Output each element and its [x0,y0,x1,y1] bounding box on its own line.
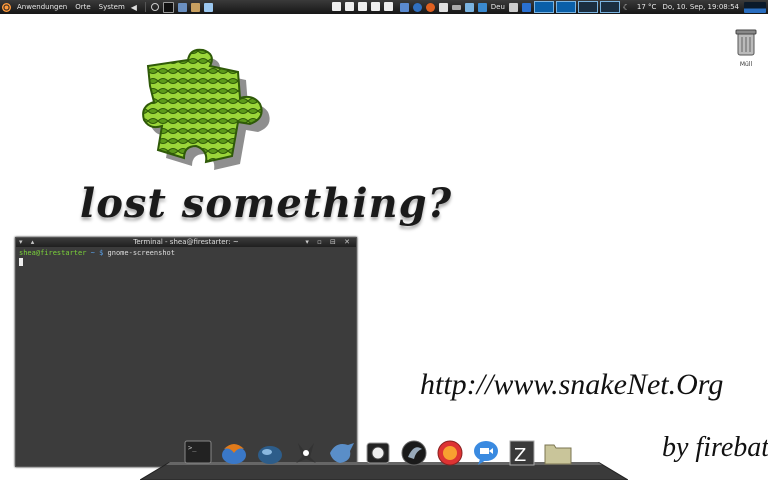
thunderbird-icon [222,444,246,464]
speaker-icon[interactable]: ◀ [131,3,140,12]
svg-text:Z: Z [514,445,526,466]
dock-thunderbird[interactable] [219,438,249,468]
terminal-body[interactable]: shea@firestarter ~ $ gnome-screenshot [16,247,356,270]
window-button-icon[interactable] [371,2,380,11]
terminal-launcher-icon[interactable] [162,1,174,13]
cube-tray-icon[interactable] [464,2,474,12]
top-panel: Anwendungen Orte System ◀ Deu ☾ 17 °C Do… [0,0,768,14]
inkscape-icon [296,443,316,463]
prompt-path: ~ [90,249,95,257]
window-button-icon[interactable] [358,2,367,11]
window-button-icon[interactable] [332,2,341,11]
prompt-user: shea@firestarter [19,249,87,257]
dock-filezilla[interactable]: Z [507,438,537,468]
terminal-titlebar[interactable]: ▾ ▴ Terminal - shea@firestarter: ~ ▾ ▫ ⊟… [16,238,356,247]
dock-firefox[interactable] [435,438,465,468]
amarok-icon [401,440,427,466]
panel-tray: Deu ☾ 17 °C Do, 10. Sep, 19:08:54 [398,0,768,14]
prompt-symbol: $ [99,249,104,257]
trash-icon [735,29,757,56]
chat-icon [474,441,498,465]
menu-system[interactable]: System [95,0,129,14]
ubuntu-logo-icon[interactable] [2,2,11,12]
temperature-indicator[interactable]: 17 °C [634,0,660,14]
browser-tray-icon[interactable] [412,2,422,12]
desktop-tagline: lost something? [80,180,453,227]
window-control-buttons[interactable]: ▾ ▫ ⊟ ✕ [305,238,353,247]
window-button-icon[interactable] [384,2,393,11]
dock-amarok[interactable] [399,438,429,468]
dock-terminal[interactable]: >_ [183,438,213,468]
battery-icon [451,4,461,10]
folder-icon [544,444,572,465]
terminal-window[interactable]: ▾ ▴ Terminal - shea@firestarter: ~ ▾ ▫ ⊟… [15,237,357,467]
edit-tray-icon[interactable] [438,2,448,12]
menu-places[interactable]: Orte [71,0,94,14]
firefox-tray-icon[interactable] [425,2,435,12]
terminal-prompt-line: shea@firestarter ~ $ gnome-screenshot [19,249,353,257]
panel-separator [144,2,146,12]
terminal-icon: >_ [184,440,212,464]
svg-text:>_: >_ [188,444,197,452]
clock[interactable]: Do, 10. Sep, 19:08:54 [659,0,742,14]
pidgin-icon [330,443,354,463]
keyboard-layout-indicator[interactable]: Deu [489,0,507,14]
tools-launcher-icon[interactable] [190,2,200,12]
terminal-title: Terminal - shea@firestarter: ~ [133,238,239,246]
update-icon[interactable] [477,2,487,12]
workspace-2[interactable] [555,1,576,13]
system-monitor-icon[interactable] [744,1,766,13]
desktop-url-text: http://www.snakeNet.Org [420,368,724,401]
menu-applications[interactable]: Anwendungen [13,0,71,14]
dock-pidgin[interactable] [327,438,357,468]
screenshot-launcher-icon[interactable] [177,2,187,12]
trash-label: Müll [739,61,753,68]
window-button-icon[interactable] [345,2,354,11]
dock-folder[interactable] [543,438,573,468]
firefox-icon [437,440,463,466]
camera-icon [366,442,390,464]
window-menu-buttons[interactable]: ▾ ▴ [19,238,37,247]
dock-chat[interactable] [471,438,501,468]
workspace-4[interactable] [599,1,620,13]
workspace-3[interactable] [577,1,598,13]
weather-icon: ☾ [622,2,631,12]
search-icon[interactable] [150,3,159,11]
network-icon[interactable] [399,2,409,12]
terminal-cursor [19,258,23,266]
printer-icon[interactable] [508,2,518,12]
bluetooth-icon[interactable] [521,2,531,12]
filezilla-icon: Z [509,440,535,466]
desktop-author-text: by firebat [662,432,768,463]
puzzle-logo-icon [142,48,270,170]
cube-launcher-icon[interactable] [203,2,213,12]
trash-desktop-icon[interactable]: Müll [728,28,764,68]
workspace-1[interactable] [533,1,554,13]
dock: >_ Z [183,438,579,470]
dock-camera[interactable] [363,438,393,468]
prompt-command: gnome-screenshot [107,249,175,257]
dock-web-browser[interactable] [255,438,285,468]
dock-inkscape[interactable] [291,438,321,468]
web-browser-icon [258,446,282,464]
window-list [330,2,395,11]
